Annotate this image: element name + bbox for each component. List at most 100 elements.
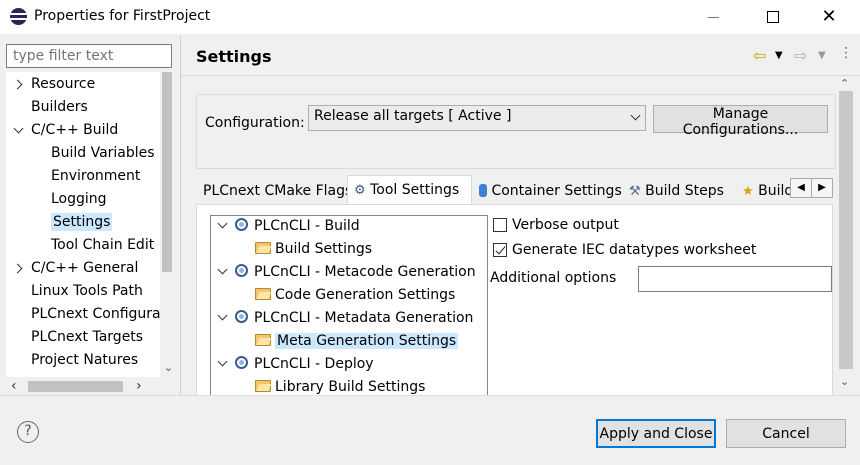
apply-and-close-button[interactable]: Apply and Close — [596, 419, 716, 448]
nav-vertical-scrollbar[interactable]: ⌄ — [160, 72, 172, 377]
close-button[interactable]: ✕ — [806, 0, 852, 34]
nav-item[interactable]: C/C++ General — [12, 257, 138, 279]
maximize-icon — [767, 11, 779, 23]
eclipse-app-icon — [10, 8, 27, 25]
configuration-label: Configuration: — [205, 115, 305, 131]
filter-input[interactable] — [6, 44, 172, 68]
nav-item-label: Build Variables — [51, 145, 155, 161]
chevron-down-icon[interactable] — [217, 356, 228, 367]
forward-arrow-icon[interactable]: ⇨ — [794, 46, 807, 65]
nav-item[interactable]: Settings — [51, 211, 113, 233]
chevron-down-icon[interactable] — [217, 310, 228, 321]
additional-options-input[interactable] — [638, 266, 832, 292]
tool-tree: PLCnCLI - Build Build Settings PLCnCLI - M… — [210, 215, 488, 395]
nav-scroll-left-icon[interactable]: ‹ — [11, 378, 17, 394]
generate-iec-checkbox[interactable] — [493, 243, 507, 257]
configuration-select[interactable]: Release all targets [ Active ] — [308, 105, 646, 131]
tab-scroll-left-button[interactable]: ◀ — [790, 178, 812, 198]
nav-item-label: Tool Chain Edit — [51, 237, 155, 253]
chevron-right-icon[interactable] — [12, 263, 23, 274]
tool-tree-label: Code Generation Settings — [275, 287, 456, 303]
chevron-down-icon[interactable] — [13, 123, 24, 134]
chevron-down-icon[interactable] — [217, 264, 228, 275]
forward-history-dropdown-icon[interactable]: ▼ — [818, 50, 826, 61]
configuration-value: Release all targets [ Active ] — [314, 108, 512, 124]
manage-configurations-button[interactable]: Manage Configurations... — [653, 105, 828, 138]
nav-scroll-down-icon[interactable]: ⌄ — [163, 361, 172, 374]
tool-tree-label: PLCnCLI - Build — [254, 218, 360, 234]
tool-tree-setting[interactable]: Meta Generation Settings — [255, 330, 459, 352]
container-icon — [479, 184, 487, 197]
nav-horizontal-scrollbar[interactable]: ‹ › — [6, 377, 172, 396]
tool-tree-label: Library Build Settings — [275, 379, 426, 395]
nav-item[interactable]: PLCnext Configura — [31, 303, 161, 325]
tool-gear-icon — [235, 218, 248, 231]
tab-label: Build Steps — [645, 183, 724, 199]
maximize-button[interactable] — [750, 0, 796, 34]
nav-item-label: Project Natures — [31, 352, 139, 368]
close-icon: ✕ — [821, 6, 837, 27]
tool-tree-setting[interactable]: Code Generation Settings — [255, 284, 455, 306]
tool-gear-icon — [235, 264, 248, 277]
title-bar: Properties for FirstProject ✕ — [0, 0, 860, 34]
back-arrow-icon[interactable]: ⇦ — [753, 46, 766, 65]
nav-item[interactable]: Build Variables — [51, 142, 155, 164]
view-menu-icon[interactable]: ⋮ — [839, 45, 853, 61]
chevron-right-icon[interactable] — [12, 79, 23, 90]
nav-item[interactable]: Environment — [51, 165, 140, 187]
verbose-output-checkbox[interactable] — [493, 218, 507, 232]
tab-build-steps[interactable]: ⚒ Build Steps — [623, 179, 736, 205]
nav-hscroll-thumb[interactable] — [28, 381, 123, 392]
back-history-dropdown-icon[interactable]: ▼ — [775, 50, 783, 61]
content-scroll-up-icon[interactable]: ⌃ — [840, 77, 849, 90]
tab-container-settings[interactable]: Container Settings — [473, 179, 623, 205]
tool-tree-group[interactable]: PLCnCLI - Metadata Generation — [217, 307, 473, 329]
tool-tree-setting[interactable]: Build Settings — [255, 238, 372, 260]
tab-scroll-right-button[interactable]: ▶ — [811, 178, 833, 198]
tool-gear-icon — [235, 310, 248, 323]
tab-tool-settings[interactable]: ⚙ Tool Settings — [347, 175, 472, 206]
settings-folder-icon — [255, 288, 271, 300]
tab-build[interactable]: ★ Build — [736, 179, 790, 205]
minimize-button[interactable] — [690, 0, 736, 34]
cancel-button[interactable]: Cancel — [726, 419, 846, 448]
tab-label: Build — [758, 183, 790, 199]
page-title: Settings — [196, 47, 272, 66]
tool-tree-group[interactable]: PLCnCLI - Build — [217, 216, 360, 237]
nav-item-label: Logging — [51, 191, 107, 207]
nav-item-label: Settings — [51, 213, 113, 231]
tool-tree-group[interactable]: PLCnCLI - Metacode Generation — [217, 261, 476, 283]
tool-tree-label: PLCnCLI - Deploy — [254, 356, 374, 372]
content-vertical-scrollbar[interactable]: ⌃ ⌄ — [836, 77, 856, 395]
nav-item[interactable]: Tool Chain Edit — [51, 234, 154, 256]
generate-iec-option[interactable]: Generate IEC datatypes worksheet — [493, 239, 813, 261]
nav-item[interactable]: C/C++ Build — [13, 119, 118, 141]
content-scroll-down-icon[interactable]: ⌄ — [840, 375, 849, 388]
tab-label: PLCnext CMake Flags — [203, 183, 353, 199]
tool-tree-label: Build Settings — [275, 241, 373, 257]
nav-item[interactable]: PLCnext Targets — [31, 326, 143, 348]
chevron-down-icon[interactable] — [217, 218, 228, 229]
verbose-output-option[interactable]: Verbose output — [493, 214, 793, 236]
nav-scroll-right-icon[interactable]: › — [136, 378, 142, 394]
nav-item-label: Resource — [31, 76, 96, 92]
nav-scroll-thumb[interactable] — [162, 72, 172, 272]
tool-tree-setting[interactable]: Library Build Settings — [255, 376, 425, 395]
chevron-down-icon — [630, 110, 641, 121]
nav-item[interactable]: Builders — [31, 96, 88, 118]
settings-folder-icon — [255, 334, 271, 346]
nav-item[interactable]: Logging — [51, 188, 107, 210]
nav-item-label: PLCnext Targets — [31, 329, 144, 345]
nav-item[interactable]: Project Natures — [31, 349, 138, 371]
nav-item[interactable]: Linux Tools Path — [31, 280, 143, 302]
content-scroll-thumb[interactable] — [839, 91, 853, 369]
tool-gear-icon — [235, 356, 248, 369]
tab-plcnext-cmake-flags[interactable]: PLCnext CMake Flags — [197, 179, 352, 205]
tool-tree-group[interactable]: PLCnCLI - Deploy — [217, 353, 374, 375]
nav-item[interactable]: Resource — [12, 73, 96, 95]
nav-item-label: Environment — [51, 168, 141, 184]
settings-folder-icon — [255, 380, 271, 392]
nav-item-label: Linux Tools Path — [31, 283, 143, 299]
help-icon[interactable]: ? — [17, 421, 39, 443]
bottom-separator — [0, 395, 860, 396]
